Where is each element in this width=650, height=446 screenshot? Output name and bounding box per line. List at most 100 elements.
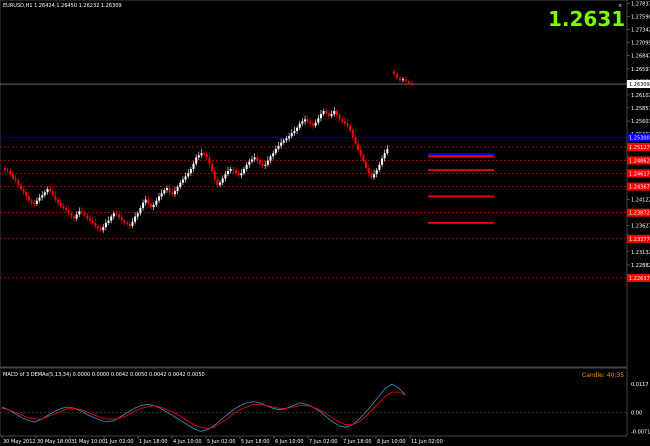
candle-body [41,195,44,198]
candle-body [46,189,49,193]
candle-body [322,110,325,115]
macd-signal-line [1,391,406,430]
y-tick-label: 1.22882 [631,263,650,269]
candle-body [216,179,219,185]
candle-body [200,153,203,156]
y-tick-label: 1.25857 [631,106,650,112]
y-tick-label: 1.25607 [631,119,650,125]
big-price-label: 1.2631 [548,7,625,31]
candle-body [250,159,253,162]
x-tick-label: 1 Jun 02:00 [105,439,134,445]
candle-body [245,164,248,169]
candle-body [86,215,89,219]
red-level-box-label: 1.24367 [629,185,650,191]
candle-body [285,138,288,141]
candle-body [383,153,386,159]
candle-body [280,142,283,146]
candle-body [195,157,198,164]
candle-body [349,125,352,130]
candle-body [227,171,230,175]
candle-body [213,171,216,180]
price-axis: 1.27837 1.27590 1.27342 1.27095 1.26847 1.265… [627,1,650,282]
red-level-box-label: 1.25127 [629,145,650,151]
candle-body [229,168,232,172]
macd-tick-label: -0.0071 [631,429,650,435]
candle-body [163,190,166,194]
candle-body [134,216,137,222]
x-tick-label: 6 Jun 10:00 [275,439,304,445]
y-tick-label: 1.27837 [631,1,650,7]
candle-body [306,119,309,122]
candle-body [83,212,86,216]
indicator-frame [0,367,628,437]
y-tick-label: 1.23627 [631,224,650,230]
candle-body [126,222,129,224]
candle-body [19,184,22,190]
y-tick-label: 1.26847 [631,54,650,60]
candle-body [359,149,362,156]
candle-body [269,156,272,161]
candle-body [104,222,107,228]
candle-body [205,154,208,158]
candle-body [335,110,338,116]
y-tick-label: 1.27095 [631,41,650,47]
candle-body [187,173,190,177]
candle-body [411,82,413,84]
candlestick-series [4,69,413,233]
candle-body [147,199,150,204]
candle-body [6,170,9,172]
candle-body [78,211,81,215]
symbol-info-label: EURUSD,H1 1.26424 1.26450 1.26232 1.2630… [3,3,122,9]
candle-body [75,214,78,219]
candle-body [30,200,33,203]
mt4-chart-window[interactable]: 1.27837 1.27590 1.27342 1.27095 1.26847 1.265… [0,0,650,446]
candle-body [402,79,404,81]
candle-body [123,220,126,223]
candle-body [399,78,401,81]
candle-body [192,163,195,169]
candle-body [219,182,222,185]
candle-body [160,193,163,197]
candle-body [288,136,291,139]
candle-body [293,130,296,134]
candle-body [118,214,121,218]
close-chart-icon[interactable]: × [618,3,622,9]
candle-body [393,71,395,74]
candle-body [256,157,259,161]
candle-body [91,220,94,223]
candle-body [224,174,227,179]
candle-body [330,114,333,117]
red-level-box-label: 1.22637 [629,276,650,282]
candle-body [168,187,171,193]
candle-body [378,164,381,171]
candle-body [235,170,237,174]
candle-body [197,155,200,158]
candle-body [112,213,115,217]
candle-body [282,140,285,143]
candle-body [51,191,54,196]
candle-body [405,79,407,82]
candle-body [240,173,243,176]
candle-body [43,192,46,196]
candle-body [408,81,410,83]
candle-body [107,220,110,223]
candle-body [319,114,322,119]
candle-body [373,174,376,178]
candle-body [296,127,299,131]
candle-body [351,129,354,138]
candle-body [365,161,368,168]
candle-body [354,137,357,144]
candle-body [73,216,76,219]
candle-body [142,202,145,209]
x-tick-label: 8 Jun 10:00 [377,439,406,445]
candle-body [333,110,336,115]
candle-body [38,197,41,201]
candle-body [158,196,160,201]
candle-body [232,168,235,171]
candle-body [258,160,261,164]
main-chart-frame [0,0,628,368]
candle-body [346,123,349,126]
candle-body [88,218,91,221]
candle-body [11,174,14,179]
y-tick-label: 1.24122 [631,198,650,204]
